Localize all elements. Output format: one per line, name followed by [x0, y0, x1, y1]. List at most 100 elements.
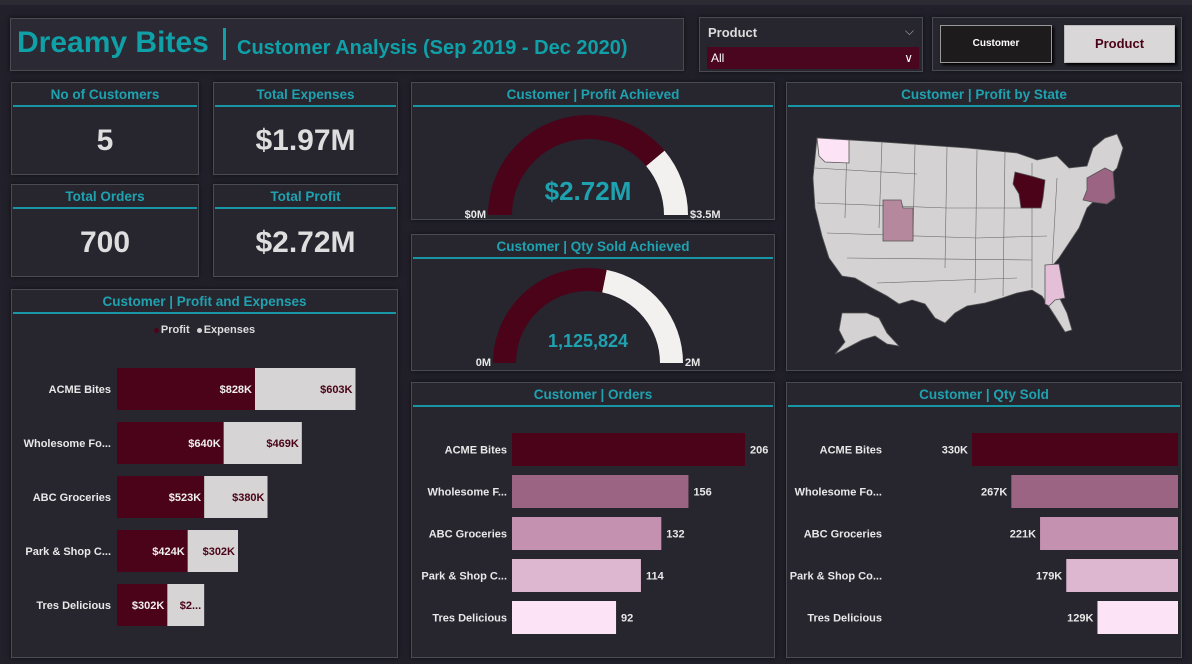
category-label: Wholesome F...: [428, 487, 507, 499]
category-label: Wholesome Fo...: [24, 438, 111, 450]
bar: [1097, 601, 1178, 634]
category-label: Park & Shop C...: [421, 571, 507, 583]
state-washington[interactable]: [816, 137, 850, 164]
category-label: Park & Shop Co...: [790, 571, 882, 583]
bar: [972, 433, 1178, 466]
qty-gauge: 1,125,824 0M 2M: [476, 268, 700, 369]
customer-button[interactable]: Customer: [940, 25, 1052, 63]
bar-value-label: 179K: [1036, 571, 1062, 583]
bar-value-label: 221K: [1010, 529, 1036, 541]
page-subtitle: Customer Analysis (Sep 2019 - Dec 2020): [237, 37, 628, 59]
category-label: ABC Groceries: [804, 529, 882, 541]
chart-title: Customer | Profit Achieved: [413, 83, 773, 107]
profit-expenses-chart: ACME Bites $828K $603K Wholesome Fo... $640K…: [24, 368, 356, 626]
bar-value-label: $523K: [169, 492, 201, 504]
qty-gauge-panel: Customer | Qty Sold Achieved 1,125,824 0M…: [411, 234, 775, 371]
bar-value-label: $302K: [132, 600, 164, 612]
bar: [512, 475, 689, 508]
kpi-value: $1.97M: [255, 124, 356, 157]
category-label: Park & Shop C...: [25, 546, 111, 558]
dropdown-value: All: [711, 51, 725, 65]
chart-legend: Profit Expenses: [12, 324, 397, 336]
category-label: Tres Delicious: [807, 613, 882, 625]
legend-marker: [153, 327, 159, 333]
state-alaska: [834, 312, 901, 355]
bar-value-label: 156: [693, 487, 711, 499]
legend-item: Profit: [160, 324, 190, 336]
profit-gauge-panel: Customer | Profit Achieved $2.72M $0M $3.5…: [411, 82, 775, 220]
profit-expenses-panel: Customer | Profit and Expenses Profit Ex…: [11, 289, 398, 658]
category-label: Tres Delicious: [36, 600, 111, 612]
title-banner: Dreamy Bites Customer Analysis (Sep 2019…: [10, 18, 684, 71]
slicer-label: Product: [708, 25, 758, 40]
us-mainland: [812, 133, 1124, 333]
kpi-value: $2.72M: [255, 226, 356, 259]
bar: [1066, 559, 1178, 592]
category-label: ABC Groceries: [429, 529, 507, 541]
bar: [512, 517, 662, 550]
product-button[interactable]: Product: [1064, 25, 1175, 63]
gauge-min-label: $0M: [465, 209, 486, 220]
orders-chart: ACME Bites 206 Wholesome F... 156 ABC Grocer…: [421, 433, 768, 634]
gauge-max-label: 2M: [685, 357, 700, 369]
bar-value-label: 129K: [1067, 613, 1093, 625]
kpi-value: 5: [96, 124, 114, 157]
bar: [512, 601, 617, 634]
category-label: ACME Bites: [445, 445, 507, 457]
top-strip: [0, 0, 1192, 5]
category-label: ACME Bites: [49, 384, 111, 396]
chevron-down-icon: ∨: [904, 51, 913, 65]
profit-by-state-panel: Customer | Profit by State: [786, 82, 1182, 371]
kpi-title: No of Customers: [13, 83, 197, 107]
legend-item: Expenses: [203, 324, 256, 336]
brand-title: Dreamy Bites: [17, 26, 209, 59]
bar: [1040, 517, 1178, 550]
category-label: ACME Bites: [820, 445, 882, 457]
bar-value-label: $424K: [152, 546, 184, 558]
chart-title: Customer | Profit by State: [788, 83, 1180, 107]
bar-value-label: $380K: [232, 492, 264, 504]
gauge-value: $2.72M: [545, 176, 632, 206]
bar-value-label: 114: [646, 571, 665, 583]
orders-panel: Customer | Orders ACME Bites 206 Wholesome…: [411, 382, 775, 658]
category-label: Tres Delicious: [432, 613, 507, 625]
gauge-min-label: 0M: [476, 357, 491, 369]
kpi-card-orders: Total Orders 700: [11, 184, 199, 277]
bar: [512, 433, 745, 466]
chevron-down-icon[interactable]: ⌵: [905, 24, 914, 39]
qty-sold-chart: ACME Bites 330K Wholesome Fo... 267K ABC Gro…: [790, 433, 1178, 634]
kpi-title: Total Expenses: [215, 83, 396, 107]
chart-title: Customer | Profit and Expenses: [13, 290, 396, 314]
chart-title: Customer | Orders: [413, 383, 773, 407]
bar-value-label: 92: [621, 613, 633, 625]
product-slicer: Product ⌵ All ∨: [699, 17, 923, 72]
title-separator: [223, 28, 226, 60]
kpi-value: 700: [79, 226, 131, 259]
bar-value-label: $302K: [203, 546, 235, 558]
chart-title: Customer | Qty Sold Achieved: [413, 235, 773, 259]
bar-value-label: 330K: [942, 445, 968, 457]
chart-title: Customer | Qty Sold: [788, 383, 1180, 407]
kpi-card-expenses: Total Expenses $1.97M: [213, 82, 398, 175]
bar: [1011, 475, 1178, 508]
gauge-max-label: $3.5M: [690, 209, 721, 220]
kpi-card-profit: Total Profit $2.72M: [213, 184, 398, 277]
qty-sold-panel: Customer | Qty Sold ACME Bites 330K Wholes…: [786, 382, 1182, 658]
bar-value-label: 132: [666, 529, 684, 541]
bar-value-label: $2...: [180, 600, 201, 612]
product-dropdown[interactable]: All ∨: [707, 47, 919, 69]
bar: [512, 559, 641, 592]
legend-marker: [196, 327, 202, 333]
kpi-title: Total Profit: [215, 185, 396, 209]
bar-value-label: $828K: [220, 384, 252, 396]
kpi-title: Total Orders: [13, 185, 197, 209]
nav-button-group: Customer Product: [932, 17, 1182, 71]
bar-value-label: $640K: [188, 438, 220, 450]
gauge-value: 1,125,824: [548, 331, 628, 351]
us-map[interactable]: [787, 108, 1181, 370]
state-alabama[interactable]: [1044, 263, 1066, 307]
kpi-card-customers: No of Customers 5: [11, 82, 199, 175]
category-label: ABC Groceries: [33, 492, 111, 504]
bar-value-label: $603K: [320, 384, 352, 396]
profit-gauge: $2.72M $0M $3.5M: [465, 115, 721, 220]
